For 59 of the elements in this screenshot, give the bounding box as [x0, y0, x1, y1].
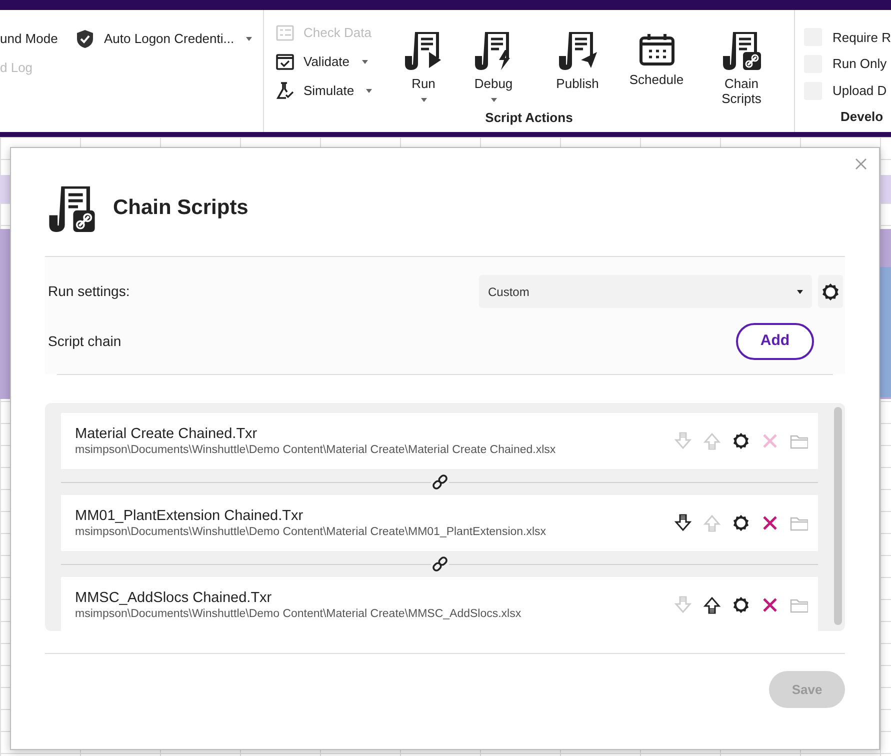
ribbon-button[interactable]: Simulate: [276, 76, 372, 105]
settings-icon: [732, 432, 750, 450]
checkbox-window-icon: [276, 52, 294, 70]
close-icon: [855, 158, 867, 170]
chain-script-icon: [47, 184, 97, 232]
scrollbar[interactable]: [834, 407, 842, 625]
remove-button[interactable]: [761, 514, 779, 532]
script-name: MM01_PlantExtension Chained.Txr: [75, 506, 304, 524]
ribbon-item[interactable]: und Mode: [0, 24, 76, 53]
close-icon: [761, 432, 779, 450]
checkbox-label: Run Only: [832, 55, 887, 74]
arrow-down-icon: [674, 432, 692, 450]
run-settings-dropdown[interactable]: Custom: [479, 275, 812, 308]
move-up-button[interactable]: [703, 596, 721, 614]
add-button[interactable]: Add: [736, 323, 814, 360]
script-path: msimpson\Documents\Winshuttle\Demo Content\Material Create\MM01_PlantExtension.xlsx: [75, 524, 546, 540]
close-button[interactable]: [853, 156, 869, 172]
settings-icon: [732, 596, 750, 614]
checkbox-label: Upload D: [832, 82, 887, 100]
arrow-up-icon: [703, 432, 721, 450]
run-script-icon: [404, 30, 442, 70]
checklist-icon: [276, 24, 294, 42]
shield-icon: [76, 28, 94, 48]
script-name: Material Create Chained.Txr: [75, 424, 258, 442]
settings-button[interactable]: [732, 514, 750, 532]
script-path: msimpson\Documents\Winshuttle\Demo Content\Material Create\Material Create Chained.xlsx: [75, 442, 556, 458]
move-down-button[interactable]: [674, 514, 692, 532]
publish-script-icon: [558, 30, 596, 70]
arrow-up-icon: [703, 514, 721, 532]
arrow-down-icon: [674, 514, 692, 532]
ribbon-button[interactable]: Debug: [454, 18, 534, 106]
debug-script-icon: [474, 30, 512, 70]
settings-icon: [821, 282, 840, 302]
section-label: Script chain: [48, 332, 122, 351]
ribbon-button[interactable]: Publish: [534, 18, 622, 106]
script-path: msimpson\Documents\Winshuttle\Demo Content\Material Create\MMSC_AddSlocs.xlsx: [75, 606, 522, 622]
dialog-title: Chain Scripts: [113, 195, 248, 222]
ribbon-button[interactable]: Validate: [276, 47, 368, 76]
ribbon-button[interactable]: Chain Scripts: [692, 18, 792, 106]
settings-button[interactable]: [818, 275, 843, 308]
close-icon: [761, 514, 779, 532]
arrow-up-icon: [703, 596, 721, 614]
settings-icon: [732, 514, 750, 532]
ribbon-button[interactable]: Run: [394, 18, 454, 106]
settings-button[interactable]: [732, 432, 750, 450]
group-label: Script Actions: [485, 108, 573, 127]
arrow-down-icon: [674, 596, 692, 614]
group-label: Develo: [839, 108, 884, 126]
calendar-icon: [638, 32, 676, 66]
flask-icon: [276, 82, 294, 100]
credentials-dropdown[interactable]: Auto Logon Credenti...: [76, 24, 252, 53]
close-icon: [761, 596, 779, 614]
remove-button[interactable]: [761, 596, 779, 614]
field-label: Run settings:: [48, 282, 130, 301]
ribbon-button[interactable]: Schedule: [622, 18, 692, 106]
chain-script-icon: [722, 30, 760, 70]
script-name: MMSC_AddSlocs Chained.Txr: [75, 588, 273, 606]
settings-button[interactable]: [732, 596, 750, 614]
checkbox-label: Require R: [832, 28, 891, 47]
